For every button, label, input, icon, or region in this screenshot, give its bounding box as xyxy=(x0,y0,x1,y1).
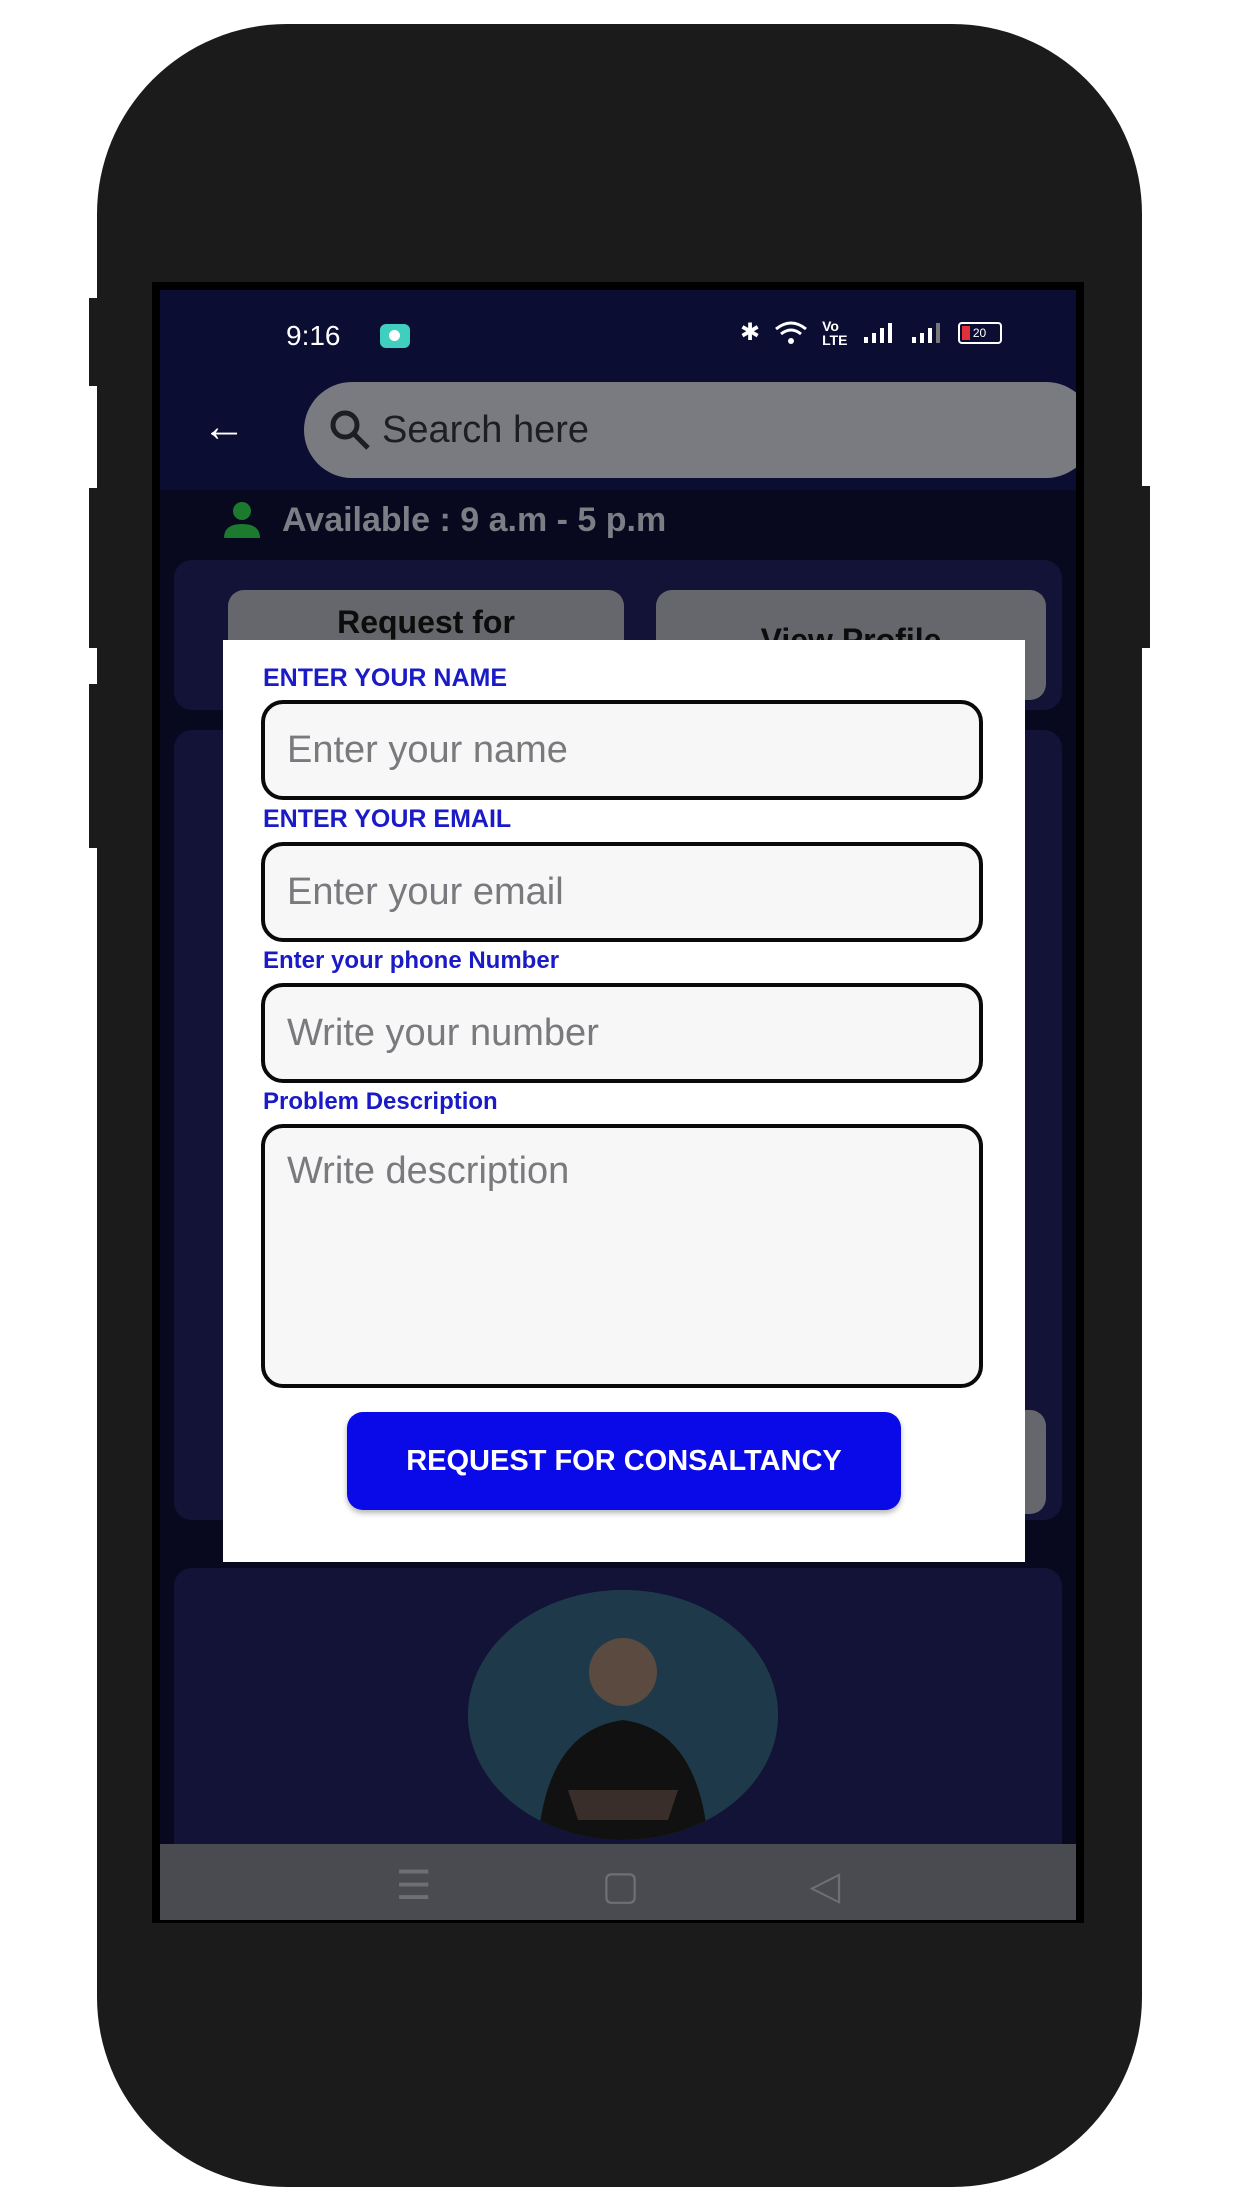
availability-row: Available : 9 a.m - 5 p.m xyxy=(220,490,666,550)
chat-notification-icon xyxy=(380,324,410,348)
status-icons: ✱ Vo LTE 20 xyxy=(740,318,1002,347)
availability-text: Available : 9 a.m - 5 p.m xyxy=(282,500,667,539)
phone-side-button xyxy=(1138,486,1150,648)
search-placeholder: Search here xyxy=(382,408,590,451)
battery-icon: 20 xyxy=(957,321,1002,344)
name-label: ENTER YOUR NAME xyxy=(263,664,508,692)
signal-icon-2 xyxy=(911,322,940,343)
phone-side-button xyxy=(89,298,101,386)
name-input[interactable] xyxy=(261,700,983,800)
back-icon[interactable]: ◁ xyxy=(809,1863,840,1909)
search-icon xyxy=(330,410,370,450)
phone-input[interactable] xyxy=(261,983,983,1083)
wifi-icon xyxy=(775,321,808,344)
email-label: ENTER YOUR EMAIL xyxy=(263,805,512,833)
bluetooth-icon: ✱ xyxy=(740,319,761,346)
avatar xyxy=(468,1590,778,1840)
request-consultancy-button[interactable]: REQUEST FOR CONSALTANCY xyxy=(347,1412,901,1510)
person-icon xyxy=(224,502,260,538)
phone-side-button xyxy=(89,488,101,648)
description-label: Problem Description xyxy=(263,1088,498,1115)
menu-icon[interactable]: ☰ xyxy=(396,1863,432,1909)
android-nav-bar: ☰ ▢ ◁ xyxy=(160,1844,1076,1920)
consultancy-request-dialog: ENTER YOUR NAME ENTER YOUR EMAIL Enter y… xyxy=(223,640,1025,1562)
status-time: 9:16 xyxy=(286,320,341,351)
email-input[interactable] xyxy=(261,842,983,942)
search-bar[interactable]: Search here xyxy=(304,382,1076,478)
phone-side-button xyxy=(89,684,101,848)
status-bar: 9:16 ✱ Vo LTE 20 xyxy=(160,290,1076,370)
back-arrow-icon[interactable]: ← xyxy=(202,402,246,452)
signal-icon xyxy=(863,322,892,343)
phone-label: Enter your phone Number xyxy=(263,947,560,974)
description-textarea[interactable] xyxy=(261,1124,983,1388)
volte-icon: Vo LTE xyxy=(822,317,848,348)
home-icon[interactable]: ▢ xyxy=(602,1863,640,1909)
